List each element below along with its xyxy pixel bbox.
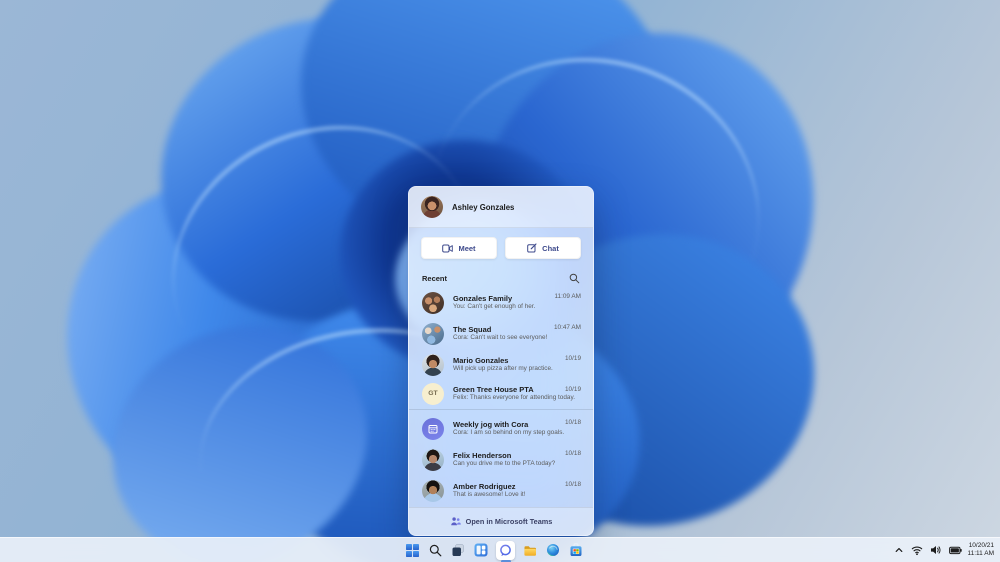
wifi-icon <box>911 546 922 556</box>
start-button[interactable] <box>404 542 420 558</box>
calendar-icon <box>428 424 438 433</box>
conversation-row[interactable]: Weekly jog with Cora Cora: I am so behin… <box>409 413 593 444</box>
folder-icon <box>524 546 536 556</box>
chevron-up-icon <box>895 548 902 552</box>
conversation-name: Felix Henderson <box>453 450 512 460</box>
meet-button[interactable]: Meet <box>421 237 497 259</box>
user-name: Ashley Gonzales <box>452 202 515 212</box>
search-icon <box>429 544 441 556</box>
conversation-name: The Squad <box>453 324 492 334</box>
photo-avatar <box>422 353 444 376</box>
conversation-time: 10/18 <box>565 419 581 426</box>
user-avatar[interactable] <box>421 196 443 218</box>
taskbar-clock[interactable]: 10/20/21 11:11 AM <box>968 542 998 557</box>
tray-time: 11:11 AM <box>967 550 995 557</box>
initials-avatar: GT <box>422 382 444 405</box>
list-divider <box>409 409 593 410</box>
chat-button-label: Chat <box>542 243 559 253</box>
photo-avatar <box>422 479 444 502</box>
windows-start-icon <box>405 543 419 557</box>
edge-browser-icon <box>547 544 559 557</box>
conversation-preview: Can you drive me to the PTA today? <box>453 460 556 467</box>
conversation-name: Green Tree House PTA <box>453 384 534 394</box>
conversation-time: 10:47 AM <box>553 324 581 331</box>
compose-icon <box>527 243 537 253</box>
conversation-preview: Felix: Thanks everyone for attending tod… <box>453 394 575 401</box>
avatar-initials: GT <box>428 390 438 397</box>
video-camera-icon <box>442 244 454 252</box>
conversation-preview: You: Can't get enough of her. <box>453 303 536 310</box>
taskbar: 10/20/21 11:11 AM <box>0 537 1000 562</box>
task-view-button[interactable] <box>450 542 466 558</box>
photo-avatar <box>422 448 444 471</box>
recent-title: Recent <box>422 273 448 283</box>
desktop: Ashley Gonzales Meet Chat Recent Gonzale… <box>0 0 1000 562</box>
conversation-row[interactable]: The Squad Cora: Can't wait to see everyo… <box>409 318 593 349</box>
teams-chat-button[interactable] <box>496 540 515 562</box>
search-icon[interactable] <box>569 273 580 284</box>
volume-button[interactable] <box>929 543 943 557</box>
meet-button-label: Meet <box>458 243 476 253</box>
group-photo-avatar <box>422 291 444 314</box>
conversation-name: Mario Gonzales <box>453 355 509 365</box>
task-view-icon <box>452 544 464 556</box>
conversation-name: Weekly jog with Cora <box>453 419 529 429</box>
teams-chat-flyout: Ashley Gonzales Meet Chat Recent Gonzale… <box>408 186 594 536</box>
open-in-teams-button[interactable]: Open in Microsoft Teams <box>409 507 593 535</box>
conversation-row[interactable]: Felix Henderson Can you drive me to the … <box>409 444 593 475</box>
teams-chat-icon <box>500 544 511 556</box>
conversation-preview: Cora: Can't wait to see everyone! <box>453 334 548 341</box>
recent-conversation-list: Gonzales Family You: Can't get enough of… <box>409 287 593 507</box>
network-button[interactable] <box>910 543 924 557</box>
conversation-name: Amber Rodriguez <box>453 481 516 491</box>
calendar-avatar <box>422 417 444 440</box>
conversation-time: 11:09 AM <box>554 293 581 300</box>
microsoft-store-icon <box>570 543 582 556</box>
open-in-teams-label: Open in Microsoft Teams <box>465 517 553 526</box>
taskbar-search-button[interactable] <box>427 542 443 558</box>
teams-icon <box>450 517 461 526</box>
edge-browser-button[interactable] <box>545 542 561 558</box>
quick-actions: Meet Chat <box>409 228 593 267</box>
battery-button[interactable] <box>948 545 963 556</box>
conversation-preview: That is awesome! Love it! <box>453 491 526 498</box>
conversation-row[interactable]: Mario Gonzales Will pick up pizza after … <box>409 349 593 380</box>
conversation-preview: Will pick up pizza after my practice. <box>453 365 553 372</box>
conversation-row[interactable]: Amber Rodriguez That is awesome! Love it… <box>409 475 593 506</box>
widgets-icon <box>474 543 488 557</box>
conversation-row[interactable]: Gonzales Family You: Can't get enough of… <box>409 287 593 318</box>
tray-overflow-button[interactable] <box>893 544 905 556</box>
taskbar-center-icons <box>404 538 584 562</box>
conversation-time: 10/18 <box>565 450 581 457</box>
conversation-row[interactable]: GT Green Tree House PTA Felix: Thanks ev… <box>409 380 593 407</box>
conversation-time: 10/19 <box>565 355 581 362</box>
flyout-user-header: Ashley Gonzales <box>409 187 593 228</box>
battery-icon <box>948 546 962 554</box>
conversation-time: 10/19 <box>565 386 581 393</box>
conversation-preview: Cora: I am so behind on my step goals. <box>453 429 565 436</box>
file-explorer-button[interactable] <box>522 542 538 558</box>
conversation-name: Gonzales Family <box>453 293 513 303</box>
chat-button[interactable]: Chat <box>505 237 581 259</box>
recent-section-header: Recent <box>409 267 593 287</box>
tray-date: 10/20/21 <box>968 542 994 550</box>
widgets-button[interactable] <box>473 542 489 558</box>
group-photo-avatar <box>422 322 444 345</box>
system-tray: 10/20/21 11:11 AM <box>893 538 998 562</box>
microsoft-store-button[interactable] <box>568 542 584 558</box>
speaker-icon <box>930 546 941 554</box>
conversation-time: 10/18 <box>565 481 581 488</box>
